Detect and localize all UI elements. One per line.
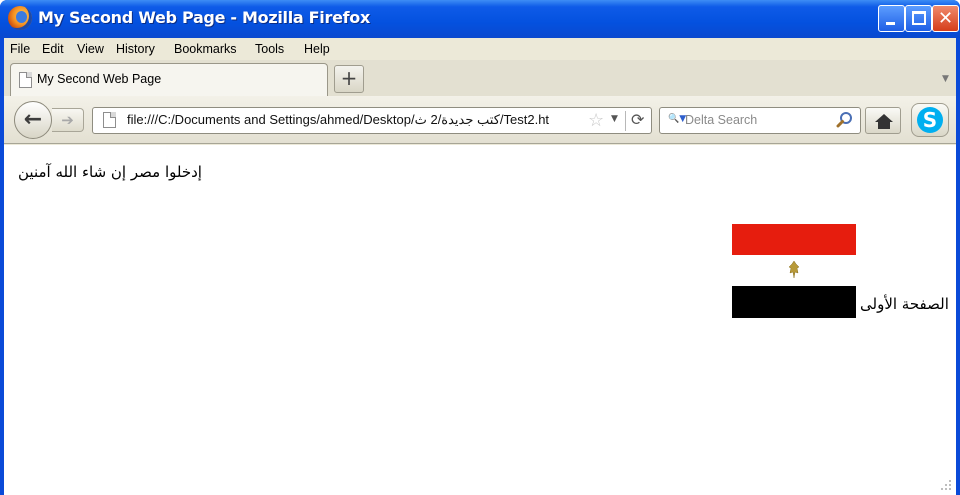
home-page-link[interactable]: الصفحة الأولى [860, 295, 949, 313]
skype-button[interactable]: S [911, 103, 949, 137]
skype-icon: S [917, 107, 943, 133]
page-heading-text: إدخلوا مصر إن شاء الله آمنين [18, 163, 202, 181]
home-icon [875, 114, 893, 129]
url-text[interactable]: file:///C:/Documents and Settings/ahmed/… [127, 112, 585, 128]
eagle-icon [788, 260, 800, 279]
page-icon [103, 112, 116, 128]
back-button[interactable]: ← [14, 101, 52, 139]
egypt-flag-image [732, 224, 856, 318]
home-button[interactable] [865, 107, 901, 134]
minimize-icon [886, 22, 895, 25]
maximize-icon [912, 11, 926, 25]
flag-black-stripe [732, 286, 856, 318]
close-icon: ✕ [937, 8, 954, 29]
menu-help[interactable]: Help [304, 42, 330, 56]
flag-red-stripe [732, 224, 856, 255]
url-separator [625, 111, 626, 131]
page-icon [19, 72, 32, 88]
search-bar[interactable]: 🔍▼ Delta Search [659, 107, 861, 134]
url-bar[interactable]: file:///C:/Documents and Settings/ahmed/… [92, 107, 652, 134]
firefox-window: My Second Web Page - Mozilla Firefox ✕ F… [0, 0, 960, 495]
tab-strip: My Second Web Page + ▼ [4, 60, 956, 97]
menu-history[interactable]: History [116, 42, 155, 56]
tab-label: My Second Web Page [37, 72, 162, 86]
minimize-button[interactable] [878, 5, 905, 32]
tab-my-second-web-page[interactable]: My Second Web Page [10, 63, 328, 97]
magnifier-icon[interactable] [836, 111, 854, 129]
flag-white-stripe [732, 255, 856, 286]
window-title: My Second Web Page - Mozilla Firefox [38, 8, 370, 27]
search-input[interactable]: Delta Search [685, 113, 757, 127]
maximize-button[interactable] [905, 5, 932, 32]
reload-icon[interactable]: ⟳ [631, 110, 644, 129]
menu-bar: File Edit View History Bookmarks Tools H… [4, 38, 956, 60]
url-history-dropdown-icon[interactable]: ▼ [611, 114, 618, 124]
menu-edit[interactable]: Edit [42, 42, 64, 56]
page-content: إدخلوا مصر إن شاء الله آمنين الصفحة الأو… [4, 145, 956, 495]
search-engine-icon[interactable]: 🔍▼ [668, 114, 686, 124]
resize-grip-icon[interactable] [940, 479, 952, 491]
title-bar[interactable]: My Second Web Page - Mozilla Firefox ✕ [0, 0, 960, 38]
firefox-logo-icon [8, 6, 32, 30]
star-icon[interactable]: ☆ [588, 110, 604, 131]
menu-view[interactable]: View [77, 42, 104, 56]
new-tab-button[interactable]: + [334, 65, 364, 93]
navigation-toolbar: ← ➔ file:///C:/Documents and Settings/ah… [4, 96, 956, 144]
close-button[interactable]: ✕ [932, 5, 959, 32]
list-all-tabs-icon[interactable]: ▼ [942, 74, 949, 84]
browser-client: File Edit View History Bookmarks Tools H… [4, 38, 956, 495]
back-arrow-icon: ← [23, 107, 43, 132]
menu-tools[interactable]: Tools [255, 42, 284, 56]
menu-file[interactable]: File [10, 42, 30, 56]
menu-bookmarks[interactable]: Bookmarks [174, 42, 237, 56]
forward-arrow-icon: ➔ [61, 111, 74, 129]
forward-button[interactable]: ➔ [52, 108, 84, 132]
